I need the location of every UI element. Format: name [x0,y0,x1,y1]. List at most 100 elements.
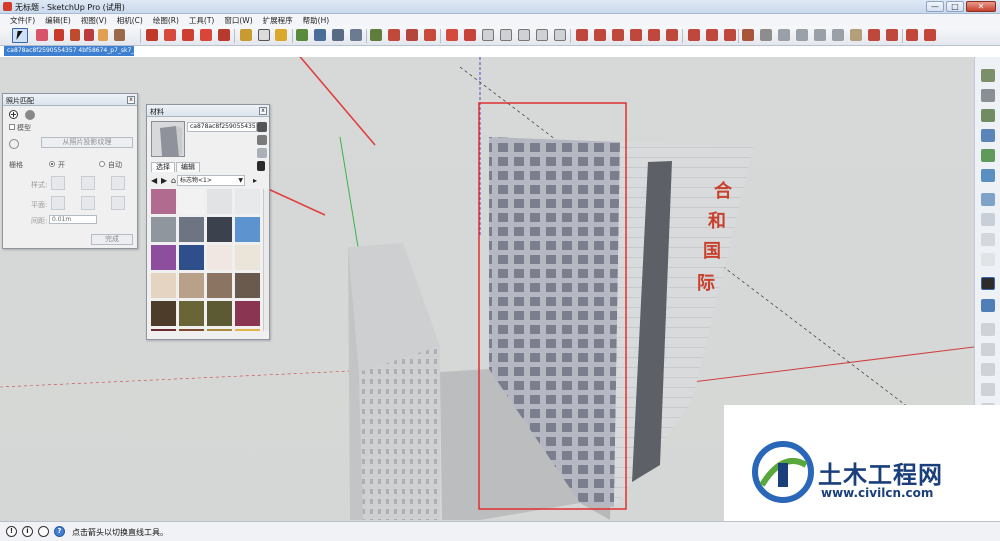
spacing-input[interactable]: 0.01m [49,215,97,224]
sandbox-icon[interactable] [482,29,494,41]
material-swatch[interactable] [179,329,204,331]
material-name-field[interactable]: ca878ac8f2590554357 [187,122,257,132]
view-left-icon[interactable] [981,169,995,182]
plane-3-icon[interactable] [111,196,125,210]
push-pull-icon[interactable] [146,29,158,41]
warning-icon[interactable]: ! [6,526,17,537]
zoom-icon[interactable] [332,29,344,41]
menu-camera[interactable]: 相机(C) [113,14,149,26]
material-swatch[interactable] [179,301,204,326]
material-swatch[interactable] [207,301,232,326]
panel-close-button[interactable]: x [259,107,267,115]
menu-view[interactable]: 视图(V) [77,14,113,26]
view-front-icon[interactable] [981,109,995,122]
left-view-icon[interactable] [832,29,844,41]
paint-tool-icon[interactable] [114,29,125,41]
arc-tool-icon[interactable] [70,29,80,41]
menu-help[interactable]: 帮助(H) [299,14,336,26]
menu-tools[interactable]: 工具(T) [185,14,220,26]
back-arrow-icon[interactable]: ◀ [151,175,157,186]
extension-warehouse-icon[interactable] [406,29,418,41]
material-swatch[interactable] [207,329,232,331]
components-icon[interactable] [388,29,400,41]
line-tool-icon[interactable] [54,29,64,41]
layout-icon[interactable] [424,29,436,41]
paint-bucket-icon[interactable] [275,29,287,41]
match-photo-icon[interactable] [906,29,918,41]
follow-me-icon[interactable] [200,29,212,41]
select-tool-icon[interactable] [12,28,28,43]
style-shaded-icon[interactable] [981,253,995,266]
view-back-icon[interactable] [981,149,995,162]
camera-previous-icon[interactable] [981,343,995,356]
plane-1-icon[interactable] [51,196,65,210]
details-arrow-icon[interactable]: ▸ [253,175,257,186]
intersect-icon[interactable] [464,29,476,41]
scale-icon[interactable] [218,29,230,41]
material-swatch[interactable] [235,217,260,242]
view-right-icon[interactable] [981,129,995,142]
add-photo-icon[interactable]: + [9,110,18,119]
eraser-tool-icon[interactable] [36,29,48,41]
protractor-icon[interactable] [706,29,718,41]
create-material-icon[interactable] [257,122,267,132]
collection-select[interactable]: 标志物<1> ▼ [177,175,245,186]
polygon-icon[interactable] [648,29,660,41]
style-wireframe-icon[interactable] [981,213,995,226]
section-plane-icon[interactable] [576,29,588,41]
camera-zoom-window-icon[interactable] [981,383,995,396]
material-swatch[interactable] [151,245,176,270]
material-swatch[interactable] [235,329,260,331]
tape-measure-icon[interactable] [240,29,252,41]
grid-style-2-icon[interactable] [81,176,95,190]
view-top-icon[interactable] [981,89,995,102]
view-iso-icon[interactable] [981,69,995,82]
close-window-button[interactable]: ✕ [966,1,996,12]
rotate-icon[interactable] [182,29,194,41]
help-icon[interactable]: ? [54,526,65,537]
text-tool-icon[interactable] [258,29,270,41]
model-checkbox[interactable] [9,124,15,130]
axes-icon[interactable] [724,29,736,41]
tab-select[interactable]: 选择 [151,162,175,172]
menu-extensions[interactable]: 扩展程序 [259,14,299,26]
material-swatch[interactable] [151,217,176,242]
info-icon[interactable]: i [22,526,33,537]
home-icon[interactable]: ⌂ [171,175,176,186]
material-swatch[interactable] [207,245,232,270]
walk-icon[interactable] [868,29,880,41]
grid-style-1-icon[interactable] [51,176,65,190]
freehand-icon[interactable] [612,29,624,41]
style-textured-icon[interactable] [981,277,995,290]
material-swatch[interactable] [179,273,204,298]
material-swatch[interactable] [179,217,204,242]
settings-gear-icon[interactable] [25,110,35,120]
material-swatch[interactable] [235,189,260,214]
material-swatch[interactable] [207,273,232,298]
swatch-scrollbar[interactable] [263,189,269,331]
plane-2-icon[interactable] [81,196,95,210]
material-swatch[interactable] [151,189,176,214]
grid-on-radio[interactable] [49,161,55,167]
top-view-icon[interactable] [760,29,772,41]
move-icon[interactable] [164,29,176,41]
material-swatch[interactable] [235,301,260,326]
grid-icon[interactable] [500,29,512,41]
camera-home-icon[interactable] [981,363,995,376]
orbit-icon[interactable] [296,29,308,41]
material-swatch[interactable] [179,245,204,270]
offset-icon[interactable] [630,29,642,41]
material-swatch[interactable] [207,189,232,214]
pan-icon[interactable] [314,29,326,41]
project-texture-button[interactable]: 从照片投影纹理 [41,137,133,148]
grid-style-3-icon[interactable] [111,176,125,190]
smoove-icon[interactable] [518,29,530,41]
minimize-button[interactable]: — [926,1,944,12]
circle-icon[interactable] [666,29,678,41]
iso-view-icon[interactable] [742,29,754,41]
camera-standard-icon[interactable] [981,323,995,336]
material-swatch[interactable] [151,329,176,331]
shadow-icon[interactable] [924,29,936,41]
material-swatch[interactable] [179,189,204,214]
crosshair-icon[interactable] [9,139,19,149]
